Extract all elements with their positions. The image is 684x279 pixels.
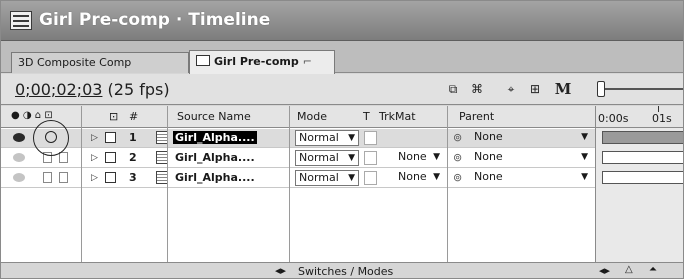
parent-dropdown[interactable]: None ▼: [471, 130, 591, 146]
switch-box[interactable]: [43, 172, 52, 183]
column-source-name[interactable]: Source Name: [177, 110, 251, 123]
mode-dropdown[interactable]: Normal ▼: [295, 130, 359, 146]
title-bar[interactable]: Girl Pre-comp · Timeline: [1, 1, 683, 41]
twirl-down-icon[interactable]: ▷: [91, 133, 98, 143]
column-headers: ● ◑ ⌂ ⊡ ⊡ # Source Name Mode T TrkMat Pa…: [1, 106, 595, 128]
pickwhip-icon[interactable]: ⊚: [453, 131, 462, 144]
column-number: #: [129, 110, 139, 123]
layer-row[interactable]: ▷ 2 Girl_Alpha.... Normal ▼ None ▼ ⊚ None ▼: [1, 149, 595, 168]
live-update-icon[interactable]: ⌘: [467, 80, 487, 98]
layer-row[interactable]: ▷ 1 Girl_Alpha.... Normal ▼ ⊚ None ▼: [1, 129, 595, 148]
mode-dropdown[interactable]: Normal ▼: [295, 150, 359, 166]
parent-dropdown[interactable]: None ▼: [471, 150, 591, 166]
layer-outline: ● ◑ ⌂ ⊡ ⊡ # Source Name Mode T TrkMat Pa…: [1, 106, 595, 262]
zoom-in-icon[interactable]: ⏶: [649, 264, 657, 275]
tab-close-icon[interactable]: ⌐: [303, 55, 312, 68]
timecode[interactable]: 0;00;02;03: [15, 80, 102, 99]
layer-number: 1: [129, 131, 137, 144]
layer-source-name[interactable]: Girl_Alpha....: [175, 171, 255, 184]
twirl-down-icon[interactable]: ▷: [91, 153, 98, 163]
bottom-bar: ◂▸ Switches / Modes ◂▸ △ ⏶: [1, 262, 683, 278]
layer-duration-bar[interactable]: [602, 171, 683, 184]
preserve-transparency-checkbox[interactable]: [364, 151, 377, 165]
tab-label: Girl Pre-comp: [214, 55, 299, 68]
trkmat-dropdown[interactable]: None ▼: [383, 170, 443, 186]
layer-source-name[interactable]: Girl_Alpha....: [173, 131, 257, 144]
layer-row[interactable]: ▷ 3 Girl_Alpha.... Normal ▼ None ▼ ⊚ None ▼: [1, 169, 595, 188]
time-zoom-slider[interactable]: [597, 81, 683, 97]
column-mode: Mode: [297, 110, 327, 123]
frame-rate: (25 fps): [107, 80, 170, 99]
pickwhip-icon[interactable]: ⊚: [453, 151, 462, 164]
column-trkmat: TrkMat: [379, 110, 416, 123]
label-color-box[interactable]: [105, 132, 116, 143]
zoom-out-icon[interactable]: △: [625, 264, 633, 275]
switch-box[interactable]: [59, 152, 68, 163]
eye-icon[interactable]: [13, 153, 25, 162]
trkmat-dropdown[interactable]: None ▼: [383, 150, 443, 166]
preserve-transparency-checkbox[interactable]: [364, 131, 377, 145]
layer-number: 3: [129, 171, 137, 184]
mode-dropdown[interactable]: Normal ▼: [295, 170, 359, 186]
eye-icon[interactable]: [13, 133, 25, 142]
comp-marker-icon[interactable]: ⧉: [443, 80, 463, 98]
column-t: T: [363, 110, 370, 123]
preserve-transparency-checkbox[interactable]: [364, 171, 377, 185]
label-column-icon: ⊡: [109, 110, 119, 123]
draft-3d-icon[interactable]: ⌖: [501, 80, 521, 98]
time-graph: 0:00s 01s: [595, 106, 683, 262]
expand-collapse-icon[interactable]: ◂▸: [275, 264, 286, 277]
layer-duration-bar[interactable]: [602, 131, 683, 144]
eye-icon[interactable]: [13, 173, 25, 182]
zoom-thumb[interactable]: [597, 81, 605, 97]
frame-blending-icon[interactable]: ⊞: [525, 80, 545, 98]
switches-modes-toggle[interactable]: Switches / Modes: [298, 265, 393, 278]
ruler-start-label: 0:00s: [598, 112, 629, 125]
switch-box[interactable]: [59, 172, 68, 183]
tab-3d-composite-comp[interactable]: 3D Composite Comp: [11, 52, 189, 73]
layer-number: 2: [129, 151, 137, 164]
timeline-window: Girl Pre-comp · Timeline 3D Composite Co…: [0, 0, 684, 279]
column-parent: Parent: [459, 110, 495, 123]
layer-source-name[interactable]: Girl_Alpha....: [175, 151, 255, 164]
window-title: Girl Pre-comp · Timeline: [39, 10, 271, 30]
motion-blur-button[interactable]: M: [553, 80, 573, 98]
ruler-second-label: 01s: [652, 112, 672, 125]
time-ruler[interactable]: 0:00s 01s: [596, 106, 683, 128]
tab-strip: 3D Composite Comp Girl Pre-comp ⌐: [1, 41, 683, 74]
timeline-controls: 0;00;02;03 (25 fps) ⧉ ⌘ ⌖ ⊞ M: [1, 74, 683, 105]
solo-switch-icon[interactable]: [45, 131, 57, 143]
composition-icon: [196, 55, 210, 66]
solo-switch-callout: [33, 120, 69, 156]
label-color-box[interactable]: [105, 172, 116, 183]
tab-label: 3D Composite Comp: [18, 56, 132, 69]
current-time-display[interactable]: 0;00;02;03 (25 fps): [15, 80, 170, 99]
pickwhip-icon[interactable]: ⊚: [453, 171, 462, 184]
panel-resize-icon[interactable]: ◂▸: [599, 264, 610, 277]
label-color-box[interactable]: [105, 152, 116, 163]
parent-dropdown[interactable]: None ▼: [471, 170, 591, 186]
layer-duration-bar[interactable]: [602, 151, 683, 164]
tab-girl-pre-comp[interactable]: Girl Pre-comp ⌐: [189, 50, 335, 74]
twirl-down-icon[interactable]: ▷: [91, 173, 98, 183]
av-features-icons: ● ◑ ⌂ ⊡: [11, 110, 53, 121]
timeline-window-icon: [10, 11, 32, 30]
